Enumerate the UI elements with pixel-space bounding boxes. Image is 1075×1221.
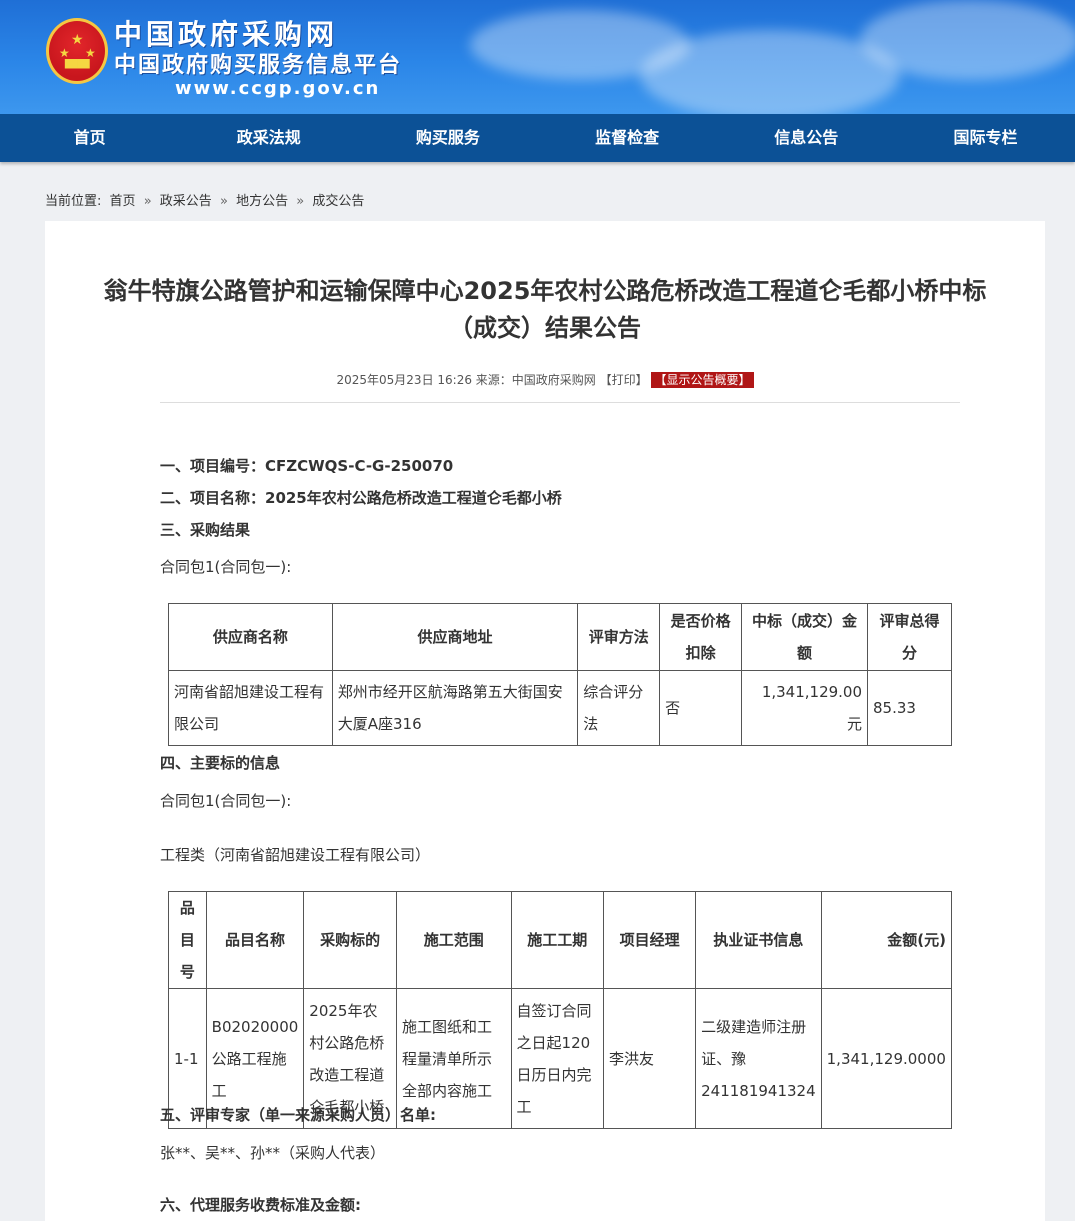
section-procurement-result: 三、采购结果	[160, 521, 251, 539]
table-header: 供应商地址	[331, 603, 579, 671]
article-meta: 2025年05月23日 16:26 来源：中国政府采购网 【打印】 【显示公告概…	[45, 371, 1045, 388]
breadcrumb-item-deal-notices[interactable]: 成交公告	[312, 194, 364, 209]
section-project-number: 一、项目编号：CFZCWQS-C-G-250070	[160, 457, 454, 475]
main-nav: 首页 政采法规 购买服务 监督检查 信息公告 国际专栏	[0, 114, 1075, 162]
category-label: 工程类（河南省韶旭建设工程有限公司）	[160, 846, 431, 864]
table-cell-score: 85.33	[867, 670, 952, 746]
banner-cloud	[860, 0, 1075, 80]
nav-item-purchase-services[interactable]: 购买服务	[358, 114, 537, 162]
header-banner: ★ ★ ★ ▀▀ 中国政府采购网 中国政府购买服务信息平台 www.ccgp.go…	[0, 0, 1075, 114]
table-header: 中标（成交）金额	[741, 603, 869, 671]
contract-package-label: 合同包1(合同包一):	[160, 792, 292, 810]
table-header: 采购标的	[303, 891, 398, 989]
table-header: 执业证书信息	[695, 891, 822, 989]
table-cell-duration: 自签订合同之日起120日历日内完工	[510, 988, 605, 1129]
table-header: 金额(元)	[820, 891, 953, 989]
divider	[160, 402, 960, 403]
section-main-items: 四、主要标的信息	[160, 754, 281, 772]
breadcrumb-separator: »	[219, 194, 228, 209]
nav-item-announcements[interactable]: 信息公告	[717, 114, 896, 162]
nav-item-regulations[interactable]: 政采法规	[179, 114, 358, 162]
nav-item-home[interactable]: 首页	[0, 114, 179, 162]
section-experts: 五、评审专家（单一来源采购人员）名单:	[160, 1106, 437, 1124]
table-cell-supplier-name: 河南省韶旭建设工程有限公司	[168, 670, 333, 746]
table-header: 施工范围	[396, 891, 512, 989]
national-emblem-icon: ★ ★ ★ ▀▀	[46, 18, 108, 84]
table-row: 河南省韶旭建设工程有限公司 郑州市经开区航海路第五大街国安大厦A座316 综合评…	[168, 670, 952, 746]
table-header: 评审方法	[577, 603, 661, 671]
table-cell-price-deduction: 否	[659, 670, 743, 746]
show-summary-button[interactable]: 【显示公告概要】	[651, 372, 754, 388]
breadcrumb-item-procurement-notices[interactable]: 政采公告	[160, 194, 212, 209]
table-header: 施工工期	[510, 891, 605, 989]
contract-package-label: 合同包1(合同包一):	[160, 558, 292, 576]
table-header: 是否价格扣除	[659, 603, 743, 671]
table-header-row: 供应商名称 供应商地址 评审方法 是否价格扣除 中标（成交）金额 评审总得分	[168, 603, 952, 671]
site-title-main: 中国政府采购网	[114, 18, 339, 51]
table-cell-project-manager: 李洪友	[603, 988, 697, 1129]
breadcrumb-separator: »	[143, 194, 152, 209]
table-cell-amount: 1,341,129.00元	[741, 670, 869, 746]
breadcrumb: 当前位置: 首页 » 政采公告 » 地方公告 » 成交公告	[45, 190, 368, 209]
section-project-name: 二、项目名称：2025年农村公路危桥改造工程道仑毛都小桥	[160, 489, 562, 507]
page-title-line1: 翁牛特旗公路管护和运输保障中心2025年农村公路危桥改造工程道仑毛都小桥中标	[103, 277, 987, 305]
table-header: 供应商名称	[168, 603, 333, 671]
table-header: 品目号	[168, 891, 207, 989]
table-header: 项目经理	[603, 891, 697, 989]
site-title[interactable]: 中国政府采购网 中国政府购买服务信息平台	[114, 18, 402, 80]
result-table: 供应商名称 供应商地址 评审方法 是否价格扣除 中标（成交）金额 评审总得分 河…	[168, 603, 952, 746]
breadcrumb-item-home[interactable]: 首页	[110, 194, 136, 209]
print-link[interactable]: 【打印】	[600, 373, 648, 387]
breadcrumb-separator: »	[296, 194, 305, 209]
site-url: www.ccgp.gov.cn	[175, 78, 381, 99]
table-cell-amount: 1,341,129.0000	[820, 988, 953, 1129]
nav-item-supervision[interactable]: 监督检查	[538, 114, 717, 162]
experts-list: 张**、吴**、孙**（采购人代表）	[160, 1144, 386, 1162]
publish-date: 2025年05月23日 16:26	[336, 373, 472, 387]
article-card: 翁牛特旗公路管护和运输保障中心2025年农村公路危桥改造工程道仑毛都小桥中标 （…	[45, 221, 1045, 1221]
table-cell-supplier-address: 郑州市经开区航海路第五大街国安大厦A座316	[331, 670, 579, 746]
page-title-line2: （成交）结果公告	[449, 314, 641, 342]
table-cell-review-method: 综合评分法	[577, 670, 661, 746]
source-label: 来源：中国政府采购网	[475, 373, 596, 387]
breadcrumb-prefix: 当前位置:	[45, 194, 102, 209]
site-title-sub: 中国政府购买服务信息平台	[114, 53, 403, 78]
nav-item-international[interactable]: 国际专栏	[896, 114, 1075, 162]
page-title: 翁牛特旗公路管护和运输保障中心2025年农村公路危桥改造工程道仑毛都小桥中标 （…	[45, 273, 1045, 347]
breadcrumb-item-local-notices[interactable]: 地方公告	[236, 194, 288, 209]
table-header-row: 品目号 品目名称 采购标的 施工范围 施工工期 项目经理 执业证书信息 金额(元…	[168, 891, 953, 989]
table-cell-certificate: 二级建造师注册证、豫241181941324	[695, 988, 822, 1129]
item-table: 品目号 品目名称 采购标的 施工范围 施工工期 项目经理 执业证书信息 金额(元…	[168, 891, 953, 1129]
table-header: 品目名称	[205, 891, 305, 989]
table-header: 评审总得分	[867, 603, 952, 671]
